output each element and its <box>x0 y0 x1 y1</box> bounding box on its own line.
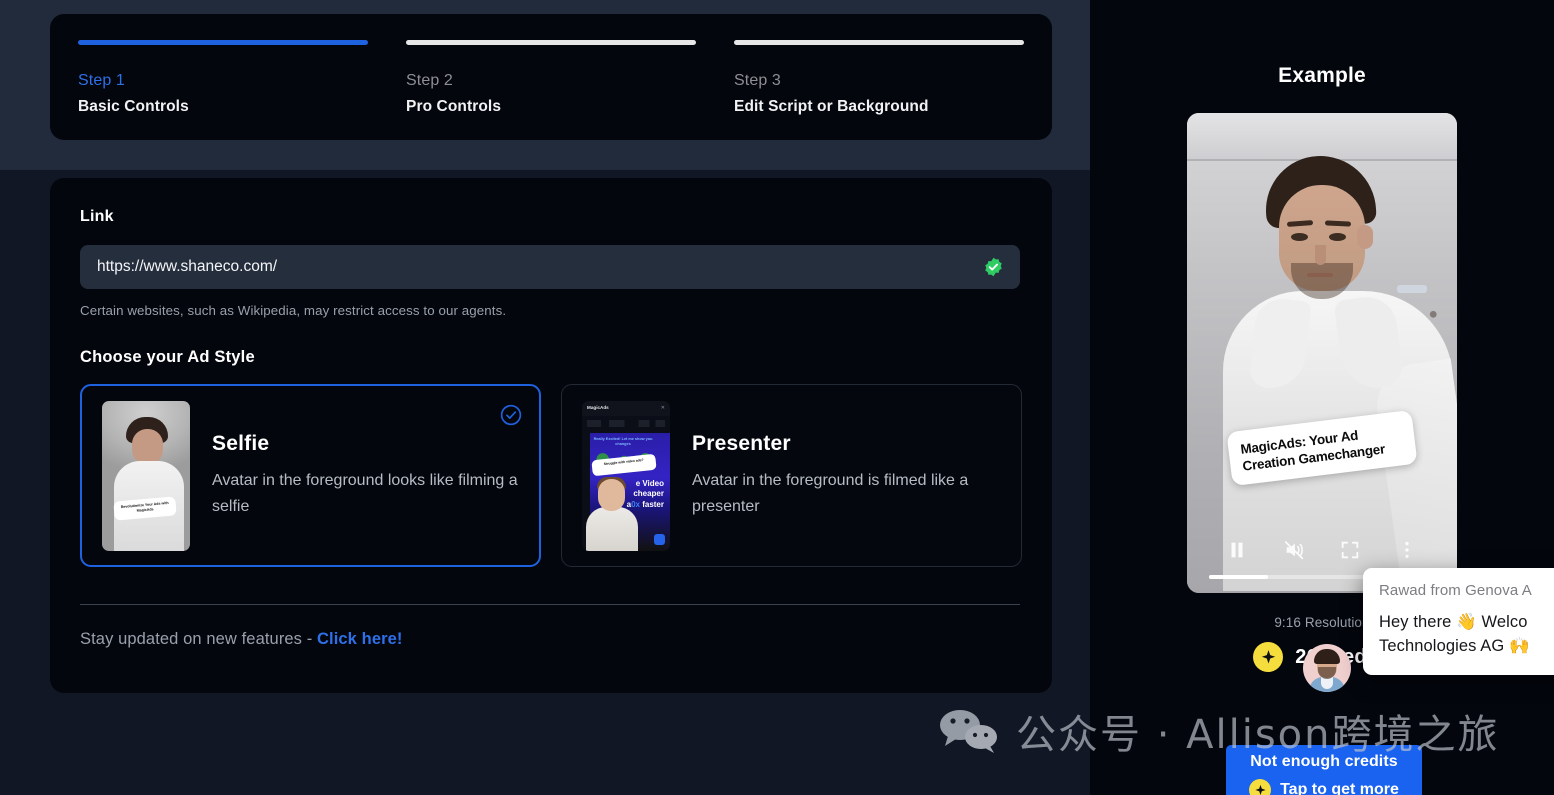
selfie-card-title: Selfie <box>212 431 270 455</box>
click-here-link[interactable]: Click here! <box>317 630 402 648</box>
example-heading: Example <box>1278 64 1366 87</box>
chat-sender-name: Rawad from Genova A <box>1379 582 1532 599</box>
step-3-number: Step 3 <box>734 72 781 89</box>
video-progress-fill <box>1209 575 1268 579</box>
step-3-title: Edit Script or Background <box>734 98 929 115</box>
ad-style-card-list: Revolutionize Your Ads with MagicAds Sel… <box>80 384 1022 567</box>
step-1-title: Basic Controls <box>78 98 189 115</box>
step-1-number: Step 1 <box>78 72 125 89</box>
not-enough-credits-banner[interactable]: Not enough credits Tap to get more <box>1226 745 1422 795</box>
presenter-card-body: Presenter Avatar in the foreground is fi… <box>692 432 1001 519</box>
step-2-title: Pro Controls <box>406 98 502 115</box>
example-video-player[interactable]: MagicAds: Your Ad Creation Gamechanger <box>1187 113 1457 593</box>
stay-updated-text: Stay updated on new features - <box>80 630 318 648</box>
ad-style-card-presenter[interactable]: MagicAds ✕ Really Excited! Let me show y… <box>561 384 1022 567</box>
presenter-thumb-close-icon: ✕ <box>660 404 665 411</box>
presenter-thumb-logo: MagicAds <box>587 404 609 410</box>
chat-message-line-1: Hey there 👋 Welco <box>1379 613 1528 631</box>
link-field-label: Link <box>80 208 114 225</box>
presenter-thumbnail-image: MagicAds ✕ Really Excited! Let me show y… <box>582 400 670 551</box>
fullscreen-icon[interactable] <box>1339 539 1361 561</box>
stepper-step-1[interactable]: Step 1 Basic Controls <box>78 40 368 140</box>
stepper-step-3[interactable]: Step 3 Edit Script or Background <box>734 40 1024 140</box>
step-2-number: Step 2 <box>406 72 453 89</box>
tap-to-get-more-label: Tap to get more <box>1280 781 1399 795</box>
step-3-progress-bar <box>734 40 1024 45</box>
link-input[interactable] <box>80 245 1020 289</box>
step-2-progress-bar <box>406 40 696 45</box>
stay-updated-note: Stay updated on new features - Click her… <box>80 630 1022 649</box>
green-check-badge-icon <box>983 257 1004 278</box>
presenter-card-title: Presenter <box>692 431 791 455</box>
tap-to-get-more-row: Tap to get more <box>1236 779 1412 795</box>
ad-style-section-label: Choose your Ad Style <box>80 348 255 366</box>
link-hint-text: Certain websites, such as Wikipedia, may… <box>80 303 507 318</box>
selfie-selected-check-icon <box>500 404 522 426</box>
selfie-thumbnail-image: Revolutionize Your Ads with MagicAds <box>102 400 190 551</box>
main-content-column: Step 1 Basic Controls Step 2 Pro Control… <box>50 14 1052 693</box>
not-enough-credits-title: Not enough credits <box>1250 753 1398 770</box>
muted-speaker-icon[interactable] <box>1283 539 1305 561</box>
chat-message-line-2: Technologies AG 🙌 <box>1379 636 1530 655</box>
chat-popup[interactable]: Rawad from Genova A Hey there 👋 Welco Te… <box>1363 568 1554 675</box>
selfie-card-description: Avatar in the foreground looks like film… <box>212 471 518 515</box>
kebab-menu-icon[interactable] <box>1396 539 1418 561</box>
sparkle-coin-icon <box>1253 642 1284 672</box>
wizard-stepper: Step 1 Basic Controls Step 2 Pro Control… <box>50 14 1052 140</box>
step-1-progress-bar <box>78 40 368 45</box>
link-input-wrapper <box>80 245 1022 289</box>
stepper-step-2[interactable]: Step 2 Pro Controls <box>406 40 696 140</box>
pause-icon[interactable] <box>1226 539 1248 561</box>
sparkle-coin-icon-small <box>1249 779 1272 795</box>
video-controls-bar <box>1187 533 1457 567</box>
presenter-card-description: Avatar in the foreground is filmed like … <box>692 471 969 515</box>
presenter-thumb-headline: Really Excited! Let me show you changes <box>593 436 653 446</box>
app-root: Step 1 Basic Controls Step 2 Pro Control… <box>0 0 1554 795</box>
basic-controls-panel: Link Certain websites, such as Wikipedia… <box>50 178 1052 693</box>
panel-divider <box>80 604 1020 605</box>
chat-message: Hey there 👋 Welco Technologies AG 🙌 <box>1379 611 1554 659</box>
selfie-card-body: Selfie Avatar in the foreground looks li… <box>212 432 519 519</box>
ad-style-card-selfie[interactable]: Revolutionize Your Ads with MagicAds Sel… <box>80 384 541 567</box>
chat-avatar[interactable] <box>1303 644 1351 692</box>
